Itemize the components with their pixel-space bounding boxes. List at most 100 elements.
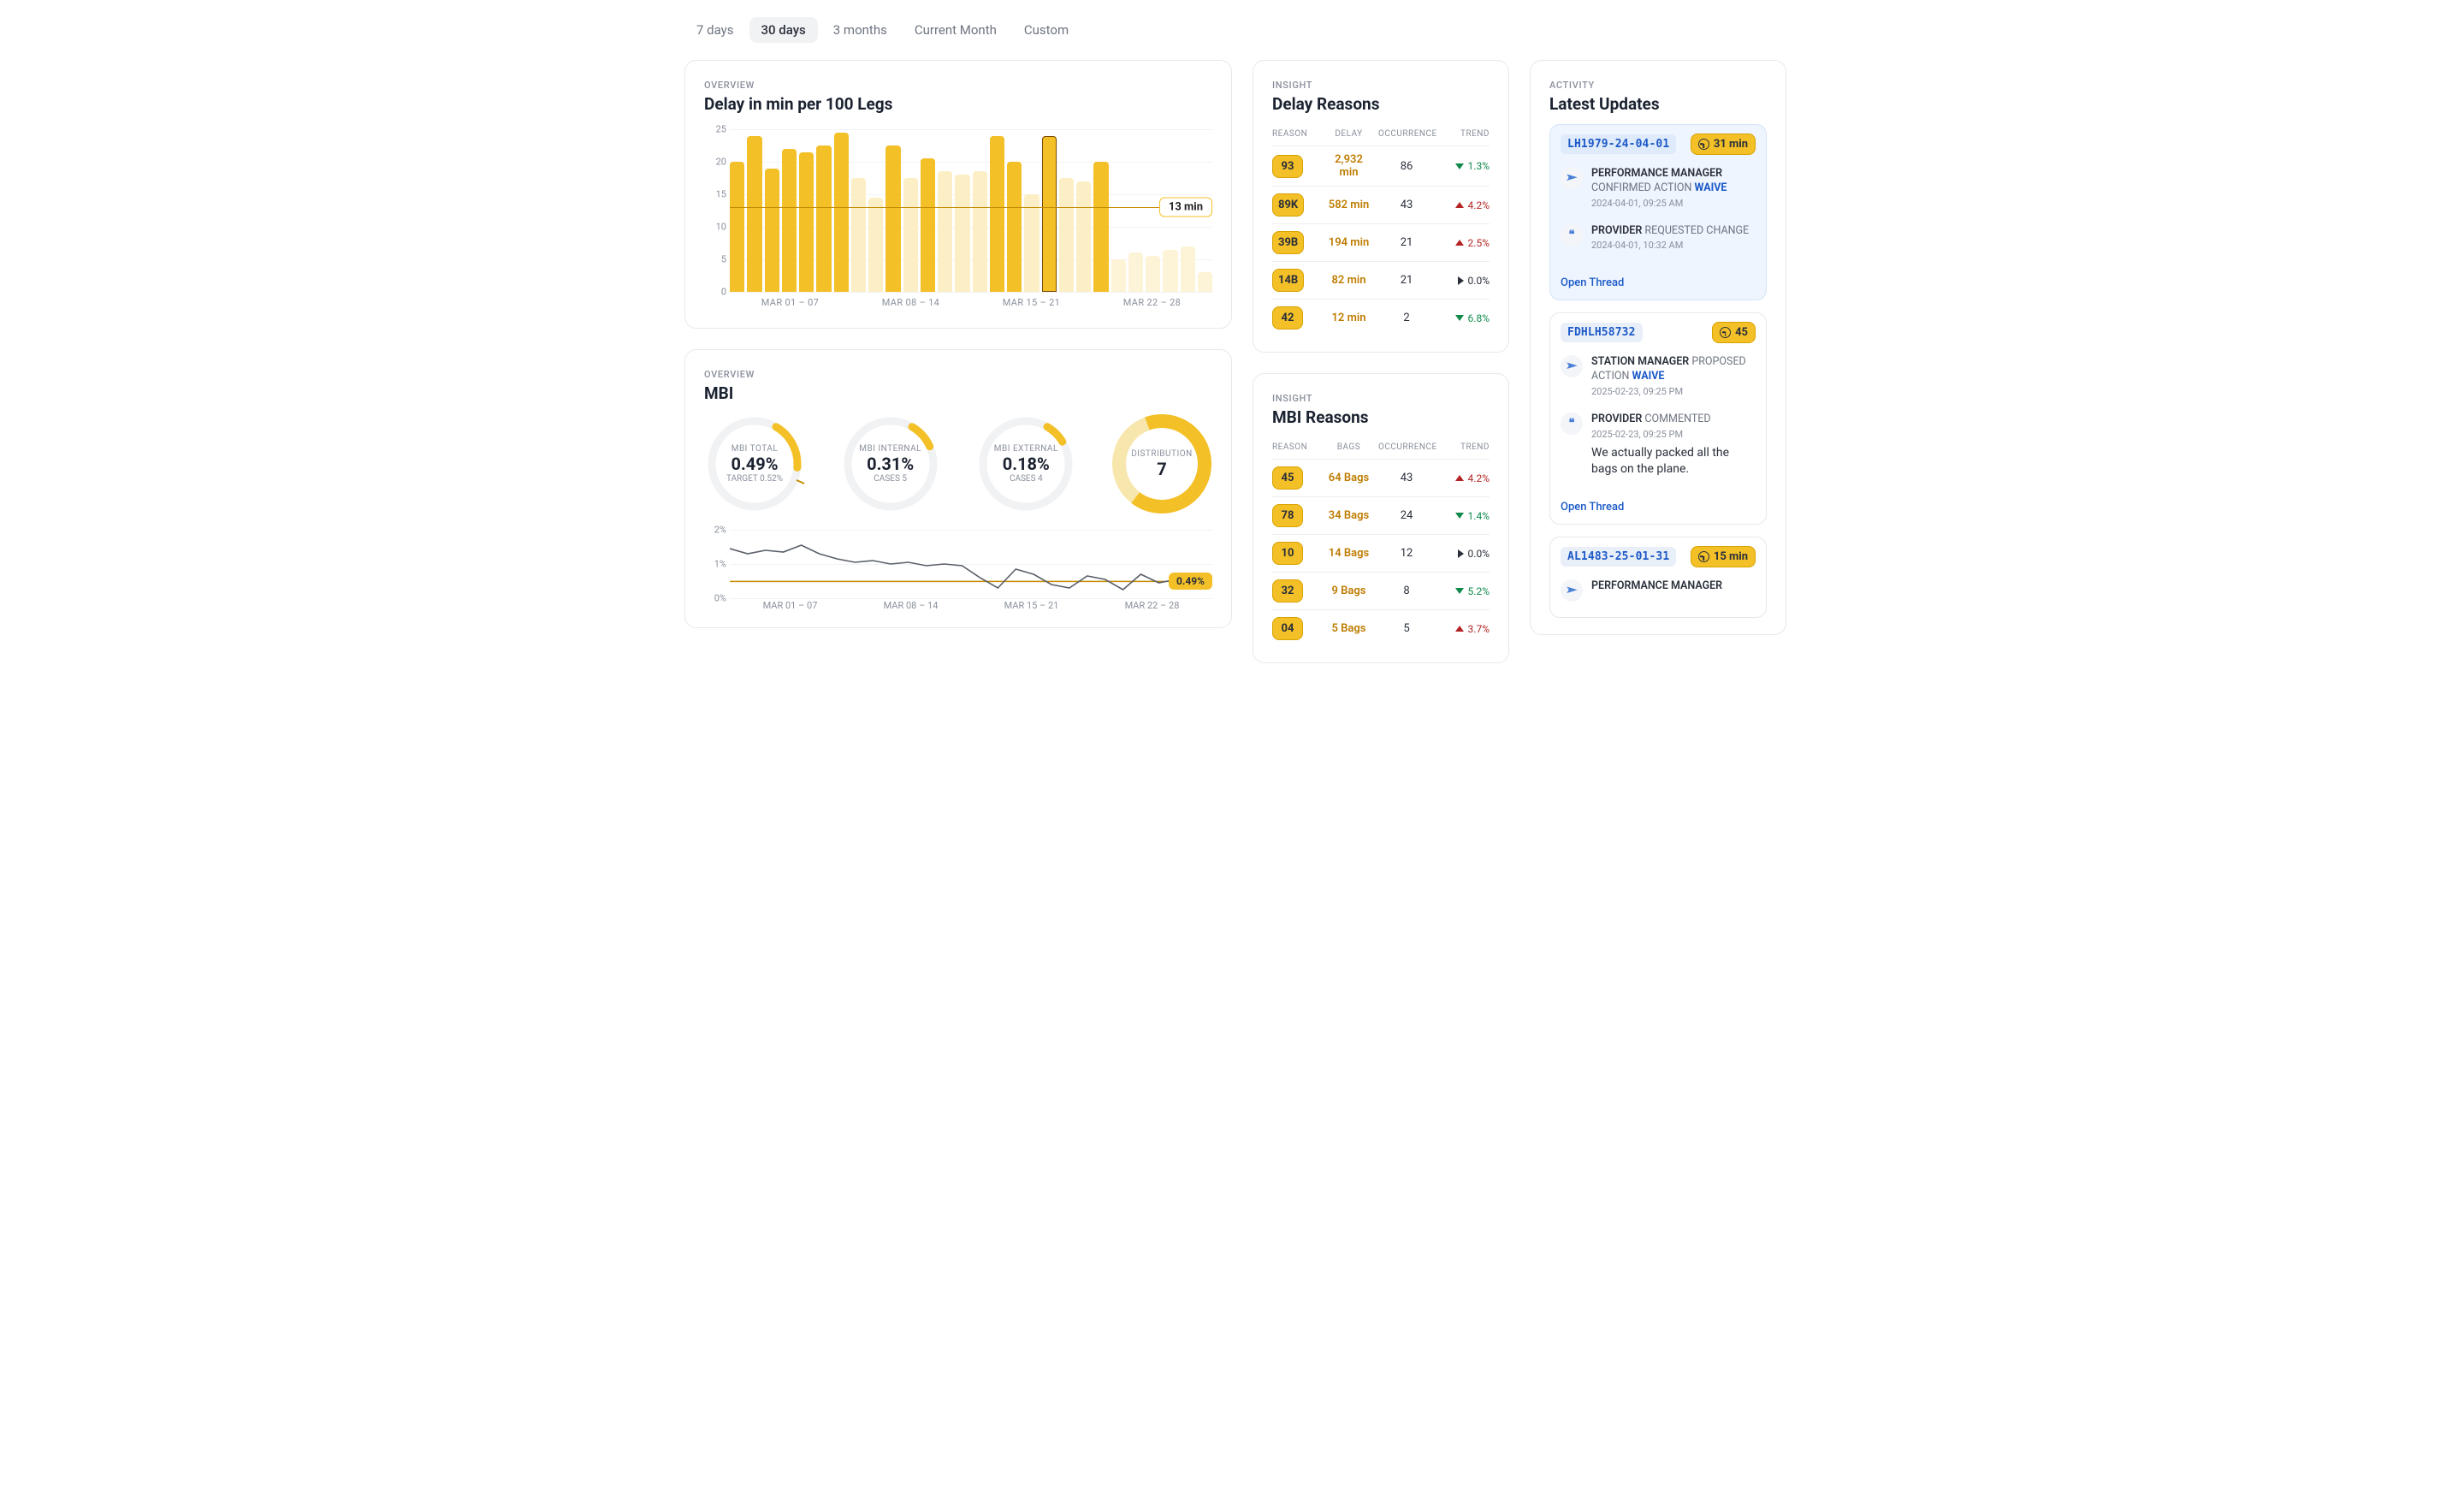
reason-trend: 1.3% (1440, 160, 1490, 172)
activity-event: ❝ PROVIDER REQUESTED CHANGE 2024-04-01, … (1561, 217, 1756, 260)
delay-bar[interactable] (851, 178, 866, 292)
mbi-donut[interactable]: MBI EXTERNAL0.18%CASES 4 (975, 413, 1076, 514)
reason-row[interactable]: 045 Bags53.7% (1272, 609, 1490, 647)
reason-occurrence: 43 (1378, 199, 1435, 211)
trend-down-icon (1455, 588, 1464, 594)
update-id: LH1979-24-04-01 (1561, 134, 1676, 154)
reason-code: 89K (1272, 193, 1304, 217)
reason-row[interactable]: 39B194 min212.5% (1272, 223, 1490, 261)
reason-occurrence: 12 (1378, 547, 1435, 560)
reason-row[interactable]: 4212 min26.8% (1272, 299, 1490, 336)
reason-row[interactable]: 89K582 min434.2% (1272, 186, 1490, 223)
event-comment: We actually packed all the bags on the p… (1591, 445, 1756, 478)
delay-bar[interactable] (1007, 162, 1022, 292)
delay-bar[interactable] (1198, 272, 1212, 292)
activity-title: Latest Updates (1549, 94, 1767, 114)
activity-event: STATION MANAGER PROPOSED ACTION WAIVE 20… (1561, 348, 1756, 406)
dashboard-grid: OVERVIEW Delay in min per 100 Legs 13 mi… (684, 60, 1797, 663)
reason-row[interactable]: 4564 Bags434.2% (1272, 459, 1490, 496)
delay-bar[interactable] (1042, 136, 1057, 292)
delay-bar[interactable] (799, 152, 814, 292)
reason-trend: 4.2% (1440, 199, 1490, 211)
trend-up-icon (1455, 202, 1464, 208)
trend-up-icon (1455, 240, 1464, 246)
reason-trend: 5.2% (1440, 585, 1490, 597)
mbi-line[interactable] (730, 530, 1212, 598)
mbi-line-chart: 0.49% MAR 01 – 07MAR 08 – 14MAR 15 – 21M… (704, 526, 1212, 612)
activity-update[interactable]: FDHLH58732 45 STATION MANAGER PROPOSED A… (1549, 312, 1767, 525)
reason-occurrence: 5 (1378, 622, 1435, 635)
delay-bar[interactable] (765, 169, 779, 292)
update-id: AL1483-25-01-31 (1561, 547, 1676, 567)
reason-row[interactable]: 7834 Bags241.4% (1272, 496, 1490, 534)
reason-metric: 5 Bags (1324, 622, 1373, 635)
reason-trend: 0.0% (1440, 275, 1490, 287)
delay-bar[interactable] (747, 136, 761, 292)
activity-update[interactable]: LH1979-24-04-01 31 min PERFORMANCE MANAG… (1549, 124, 1767, 300)
reason-row[interactable]: 14B82 min210.0% (1272, 261, 1490, 299)
delay-bar[interactable] (1128, 252, 1143, 292)
reason-code: 45 (1272, 466, 1303, 490)
delay-bar[interactable] (973, 171, 987, 292)
reason-trend: 0.0% (1440, 548, 1490, 560)
range-tab-7-days[interactable]: 7 days (684, 17, 746, 43)
mbi-donut[interactable]: MBI TOTAL0.49%TARGET 0.52% (704, 413, 805, 514)
trend-down-icon (1455, 163, 1464, 169)
delay-bar[interactable] (1024, 194, 1039, 292)
delay-bar[interactable] (886, 145, 900, 292)
reason-occurrence: 21 (1378, 236, 1435, 249)
open-thread-link[interactable]: Open Thread (1550, 492, 1766, 524)
clock-icon (1698, 139, 1709, 150)
delay-bar[interactable] (990, 136, 1004, 292)
mbi-x-axis: MAR 01 – 07MAR 08 – 14MAR 15 – 21MAR 22 … (730, 600, 1212, 612)
activity-update[interactable]: AL1483-25-01-31 15 min PERFORMANCE MANAG… (1549, 537, 1767, 618)
delay-bar[interactable] (1093, 162, 1108, 292)
reason-metric: 64 Bags (1324, 472, 1373, 484)
update-id: FDHLH58732 (1561, 323, 1643, 342)
trend-neutral-icon (1458, 276, 1464, 285)
range-tab-3-months[interactable]: 3 months (821, 17, 899, 43)
delay-bar[interactable] (1059, 178, 1074, 292)
activity-list: LH1979-24-04-01 31 min PERFORMANCE MANAG… (1549, 124, 1767, 618)
plane-icon (1561, 167, 1583, 189)
range-tab-custom[interactable]: Custom (1012, 17, 1081, 43)
delay-bar[interactable] (1146, 256, 1160, 292)
open-thread-link[interactable]: Open Thread (1550, 268, 1766, 300)
delay-bar[interactable] (903, 178, 918, 292)
delay-bar[interactable] (730, 162, 744, 292)
reason-code: 39B (1272, 231, 1304, 254)
reason-trend: 3.7% (1440, 623, 1490, 635)
range-tab-current-month[interactable]: Current Month (903, 17, 1009, 43)
mbi-donut[interactable]: MBI INTERNAL0.31%CASES 5 (840, 413, 941, 514)
delay-bar[interactable] (921, 158, 935, 292)
reason-trend: 6.8% (1440, 312, 1490, 324)
delay-bar[interactable] (938, 171, 952, 292)
activity-event: PERFORMANCE MANAGER CONFIRMED ACTION WAI… (1561, 160, 1756, 217)
reason-metric: 14 Bags (1324, 547, 1373, 560)
mbi-donut[interactable]: DISTRIBUTION7 (1111, 413, 1212, 514)
reason-code: 32 (1272, 579, 1303, 603)
reason-occurrence: 8 (1378, 585, 1435, 597)
delay-bar[interactable] (1111, 259, 1126, 292)
delay-chart: 13 min MAR 01 – 07MAR 08 – 14MAR 15 – 21… (704, 124, 1212, 312)
delay-bar[interactable] (834, 133, 849, 292)
mbi-reasons-header: REASON BAGS OCCURRENCE TREND (1272, 442, 1490, 459)
mbi-eyebrow: OVERVIEW (704, 369, 1212, 380)
reason-row[interactable]: 932,932 min861.3% (1272, 145, 1490, 186)
mbi-reasons-title: MBI Reasons (1272, 407, 1490, 427)
reason-metric: 82 min (1324, 274, 1373, 287)
delay-bar[interactable] (1181, 246, 1195, 292)
reason-metric: 34 Bags (1324, 509, 1373, 522)
reason-row[interactable]: 1014 Bags120.0% (1272, 534, 1490, 572)
mbi-avg-badge: 0.49% (1169, 573, 1212, 590)
delay-bar[interactable] (1076, 181, 1091, 292)
delay-bar[interactable] (782, 149, 797, 292)
range-tab-30-days[interactable]: 30 days (749, 17, 818, 43)
delay-bar[interactable] (1163, 250, 1177, 292)
delay-bar[interactable] (955, 175, 969, 292)
reason-row[interactable]: 329 Bags85.2% (1272, 572, 1490, 609)
delay-bar[interactable] (816, 145, 831, 292)
delay-bar[interactable] (868, 198, 883, 292)
range-tabs: 7 days30 days3 monthsCurrent MonthCustom (684, 17, 1797, 43)
delay-bars[interactable] (730, 129, 1212, 292)
